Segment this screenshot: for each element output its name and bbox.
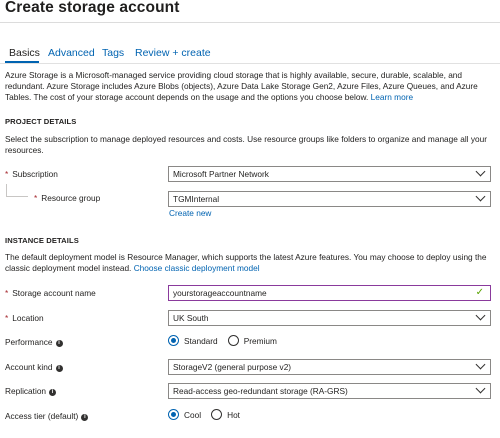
performance-premium-label: Premium <box>243 335 277 346</box>
tree-connector-horizontal <box>6 196 28 197</box>
resource-group-value: TGMInternal <box>173 194 220 204</box>
storage-account-name-label-text: Storage account name <box>12 288 96 298</box>
location-dropdown[interactable]: UK South <box>168 310 491 326</box>
chevron-down-icon <box>475 191 486 202</box>
tree-connector-vertical <box>6 184 7 196</box>
resource-group-label: * Resource group <box>34 193 100 203</box>
storage-account-name-input[interactable]: yourstorageaccountname ✓ <box>168 285 491 301</box>
tab-basics[interactable]: Basics <box>9 47 40 59</box>
subscription-dropdown[interactable]: Microsoft Partner Network <box>168 166 491 182</box>
chevron-down-icon <box>475 359 486 370</box>
access-tier-hot-label: Hot <box>227 409 240 420</box>
radio-unselected-icon <box>211 409 223 420</box>
required-marker: * <box>5 313 9 323</box>
performance-premium-radio[interactable]: Premium <box>227 335 277 346</box>
title-divider <box>0 22 500 23</box>
location-value: UK South <box>173 313 209 323</box>
replication-dropdown[interactable]: Read-access geo-redundant storage (RA-GR… <box>168 383 491 399</box>
account-kind-label: Account kind i <box>5 362 63 372</box>
storage-account-name-label: * Storage account name <box>5 288 96 298</box>
check-icon: ✓ <box>475 287 484 298</box>
access-tier-label: Access tier (default) i <box>5 411 89 421</box>
info-icon[interactable]: i <box>81 414 89 421</box>
radio-selected-icon <box>168 409 179 420</box>
subscription-label: * Subscription <box>5 169 58 179</box>
instance-details-text: The default deployment model is Resource… <box>5 252 495 274</box>
project-details-heading: PROJECT DETAILS <box>5 117 77 126</box>
required-marker: * <box>5 288 9 298</box>
location-label: * Location <box>5 313 44 323</box>
subscription-label-text: Subscription <box>12 169 58 179</box>
required-marker: * <box>34 193 38 203</box>
chevron-down-icon <box>475 310 486 321</box>
access-tier-cool-label: Cool <box>184 409 202 420</box>
account-kind-dropdown[interactable]: StorageV2 (general purpose v2) <box>168 359 491 375</box>
access-tier-hot-radio[interactable]: Hot <box>211 409 240 420</box>
info-icon[interactable]: i <box>55 340 63 347</box>
info-icon[interactable]: i <box>55 365 63 372</box>
account-kind-value: StorageV2 (general purpose v2) <box>173 362 292 372</box>
tab-advanced[interactable]: Advanced <box>48 47 95 59</box>
intro-text: Azure Storage is a Microsoft-managed ser… <box>5 70 495 103</box>
access-tier-label-text: Access tier (default) <box>5 411 79 421</box>
project-details-description: Select the subscription to manage deploy… <box>5 134 487 155</box>
chevron-down-icon <box>475 383 486 394</box>
replication-label-text: Replication <box>5 386 47 396</box>
tabs-divider <box>0 63 500 64</box>
location-label-text: Location <box>12 313 44 323</box>
radio-unselected-icon <box>227 335 239 346</box>
create-new-link[interactable]: Create new <box>169 208 211 218</box>
replication-value: Read-access geo-redundant storage (RA-GR… <box>173 386 348 396</box>
storage-account-name-value: yourstorageaccountname <box>173 288 267 298</box>
radio-selected-icon <box>168 335 179 346</box>
performance-standard-label: Standard <box>184 335 218 346</box>
replication-label: Replication i <box>5 386 57 396</box>
performance-label: Performance i <box>5 337 63 347</box>
performance-label-text: Performance <box>5 337 53 347</box>
account-kind-label-text: Account kind <box>5 362 53 372</box>
tab-review-create[interactable]: Review + create <box>135 47 211 59</box>
resource-group-label-text: Resource group <box>41 193 101 203</box>
tab-tags[interactable]: Tags <box>102 47 124 59</box>
learn-more-link[interactable]: Learn more <box>371 92 413 102</box>
access-tier-radio-group: Cool Hot <box>168 409 240 420</box>
classic-deployment-link[interactable]: Choose classic deployment model <box>134 263 260 273</box>
page-title: Create storage account <box>5 0 180 16</box>
info-icon[interactable]: i <box>49 389 57 396</box>
chevron-down-icon <box>475 166 486 177</box>
access-tier-cool-radio[interactable]: Cool <box>168 409 201 420</box>
performance-standard-radio[interactable]: Standard <box>168 335 218 346</box>
required-marker: * <box>5 169 9 179</box>
resource-group-dropdown[interactable]: TGMInternal <box>168 191 491 207</box>
instance-details-heading: INSTANCE DETAILS <box>5 236 79 245</box>
subscription-value: Microsoft Partner Network <box>173 169 269 179</box>
performance-radio-group: Standard Premium <box>168 335 277 346</box>
